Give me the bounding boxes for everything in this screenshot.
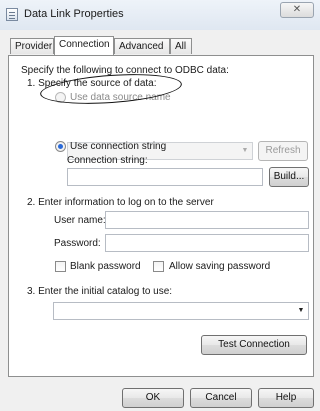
username-label: User name:: [54, 215, 106, 226]
password-label: Password:: [54, 238, 101, 249]
connstr-input[interactable]: [67, 168, 263, 186]
tab-connection[interactable]: Connection: [54, 36, 114, 55]
tab-all[interactable]: All: [170, 38, 192, 54]
test-connection-button[interactable]: Test Connection: [201, 335, 307, 355]
use-dsn-label: Use data source name: [70, 92, 171, 103]
use-connstr-label: Use connection string: [70, 141, 167, 152]
step2-label: 2. Enter information to log on to the se…: [27, 197, 214, 208]
tab-advanced[interactable]: Advanced: [114, 38, 170, 54]
blank-password-label: Blank password: [70, 261, 141, 272]
cancel-button[interactable]: Cancel: [190, 388, 252, 408]
allow-saving-password-checkbox[interactable]: [153, 261, 164, 272]
app-window-icon: [6, 8, 18, 21]
chevron-down-icon: ▼: [241, 147, 249, 154]
refresh-button[interactable]: Refresh: [258, 141, 308, 161]
intro-text: Specify the following to connect to ODBC…: [21, 65, 229, 76]
chevron-down-icon: ▼: [297, 307, 305, 314]
title-bar: Data Link Properties ✕: [0, 0, 320, 30]
use-dsn-radio[interactable]: [55, 92, 66, 103]
step1-label: 1. Specify the source of data:: [27, 78, 157, 89]
ok-button[interactable]: OK: [122, 388, 184, 408]
close-button[interactable]: ✕: [280, 2, 314, 18]
catalog-combobox[interactable]: ▼: [53, 302, 309, 320]
blank-password-checkbox[interactable]: [55, 261, 66, 272]
use-connstr-radio[interactable]: [55, 141, 66, 152]
connstr-label: Connection string:: [67, 155, 148, 166]
tab-provider[interactable]: Provider: [10, 38, 54, 54]
build-button[interactable]: Build...: [269, 167, 309, 187]
step3-label: 3. Enter the initial catalog to use:: [27, 286, 173, 297]
connection-panel: Specify the following to connect to ODBC…: [8, 55, 314, 377]
allow-saving-password-label: Allow saving password: [169, 261, 271, 272]
help-button[interactable]: Help: [258, 388, 314, 408]
password-input[interactable]: [105, 234, 309, 252]
username-input[interactable]: [105, 211, 309, 229]
window-title: Data Link Properties: [24, 8, 124, 20]
